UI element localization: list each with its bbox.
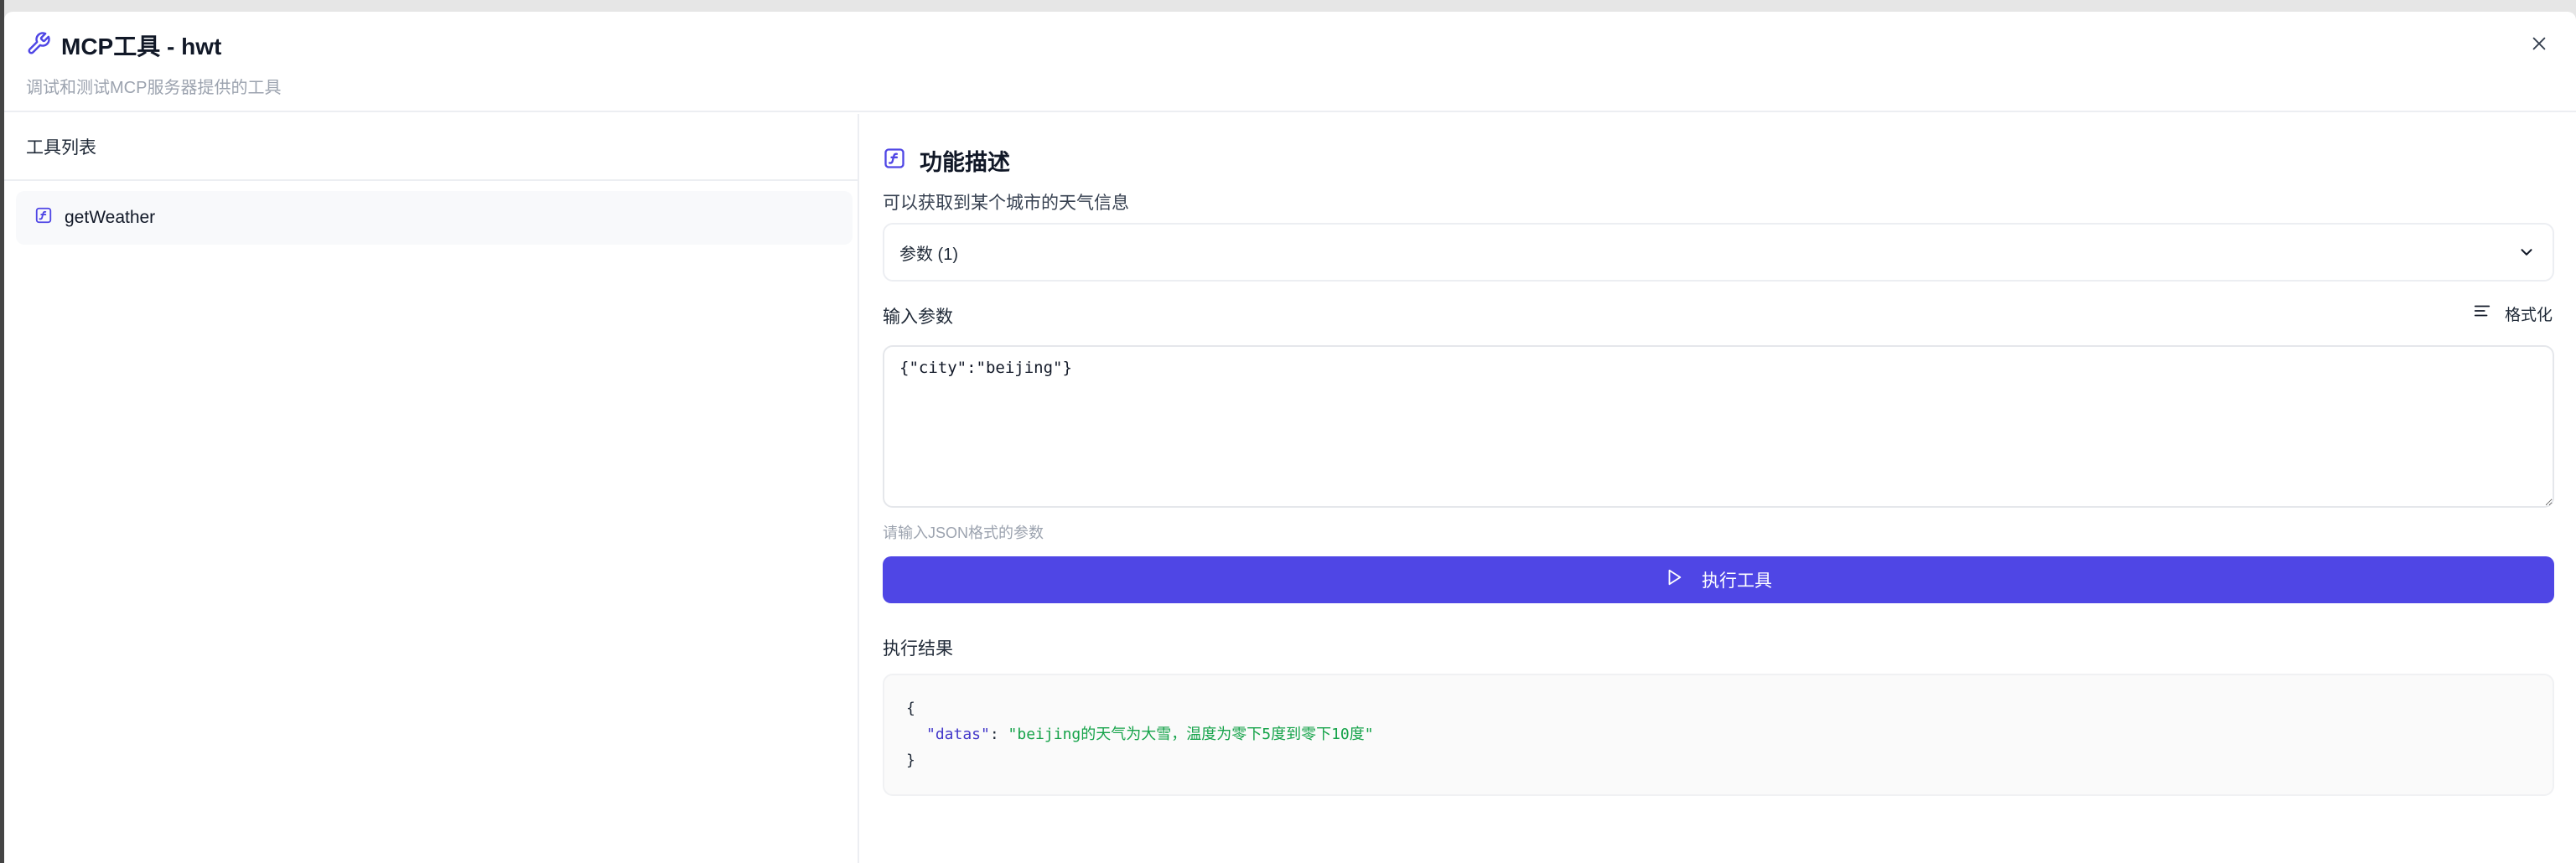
- divider: [4, 179, 858, 181]
- align-left-icon: [2473, 302, 2491, 325]
- input-hint: 请输入JSON格式的参数: [883, 525, 1044, 541]
- input-params-label: 输入参数: [883, 307, 953, 327]
- dialog-header: MCP工具 - hwt 调试和测试MCP服务器提供的工具: [4, 12, 2576, 112]
- tool-list-title: 工具列表: [26, 138, 96, 158]
- params-accordion[interactable]: 参数 (1): [883, 223, 2554, 282]
- execute-tool-button[interactable]: 执行工具: [883, 556, 2554, 603]
- wrench-icon: [26, 31, 51, 60]
- result-colon: :: [989, 726, 1008, 743]
- play-icon: [1665, 568, 1683, 592]
- tool-detail-panel: 功能描述 可以获取到某个城市的天气信息 参数 (1) 输入参数 格式化 请输入J…: [861, 114, 2576, 863]
- result-label: 执行结果: [883, 639, 953, 659]
- chevron-down-icon: [2517, 243, 2536, 261]
- format-button[interactable]: 格式化: [2473, 300, 2553, 327]
- tool-list-panel: 工具列表 getWeather: [4, 114, 859, 863]
- dialog-title: MCP工具 - hwt: [61, 34, 222, 59]
- tool-item-getweather[interactable]: getWeather: [16, 191, 853, 245]
- close-icon: [2530, 34, 2548, 57]
- title-row: MCP工具 - hwt: [26, 28, 221, 62]
- result-output: { "datas": "beijing的天气为大雪，温度为零下5度到零下10度"…: [883, 674, 2554, 796]
- execute-label: 执行工具: [1702, 571, 1772, 591]
- result-key: "datas": [926, 726, 990, 743]
- params-label: 参数 (1): [899, 245, 958, 264]
- result-value: "beijing的天气为大雪，温度为零下5度到零下10度": [1008, 726, 1374, 743]
- section-title: 功能描述: [920, 149, 1010, 175]
- function-icon: [34, 206, 53, 230]
- result-open-brace: {: [906, 700, 915, 717]
- result-close-brace: }: [906, 752, 915, 769]
- close-button[interactable]: [2524, 30, 2554, 60]
- dialog-subtitle: 调试和测试MCP服务器提供的工具: [26, 79, 282, 97]
- function-icon: [883, 147, 906, 174]
- result-line: "datas": "beijing的天气为大雪，温度为零下5度到零下10度": [906, 721, 2531, 747]
- section-title-row: 功能描述: [883, 144, 1010, 176]
- format-label: 格式化: [2504, 306, 2553, 324]
- mcp-tools-dialog: MCP工具 - hwt 调试和测试MCP服务器提供的工具 工具列表 getWea…: [4, 12, 2576, 863]
- json-params-input[interactable]: [883, 345, 2554, 508]
- tool-item-label: getWeather: [65, 208, 156, 227]
- tool-description: 可以获取到某个城市的天气信息: [883, 194, 1129, 213]
